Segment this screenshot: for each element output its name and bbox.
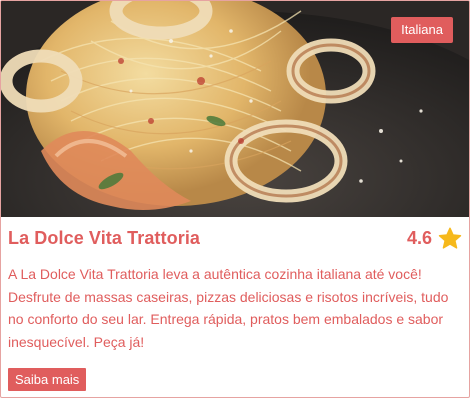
star-icon	[438, 227, 462, 250]
rating: 4.6	[407, 227, 462, 250]
restaurant-title: La Dolce Vita Trattoria	[8, 227, 201, 248]
restaurant-description: A La Dolce Vita Trattoria leva a autênti…	[8, 266, 449, 350]
card-header: La Dolce Vita Trattoria 4.6	[8, 223, 462, 253]
learn-more-button[interactable]: Saiba mais	[8, 368, 87, 391]
category-tag: Italiana	[391, 17, 453, 43]
dish-photo: Italiana	[1, 1, 469, 217]
rating-value: 4.6	[406, 227, 432, 248]
restaurant-card: Italiana La Dolce Vita Trattoria 4.6 A L…	[0, 0, 470, 398]
